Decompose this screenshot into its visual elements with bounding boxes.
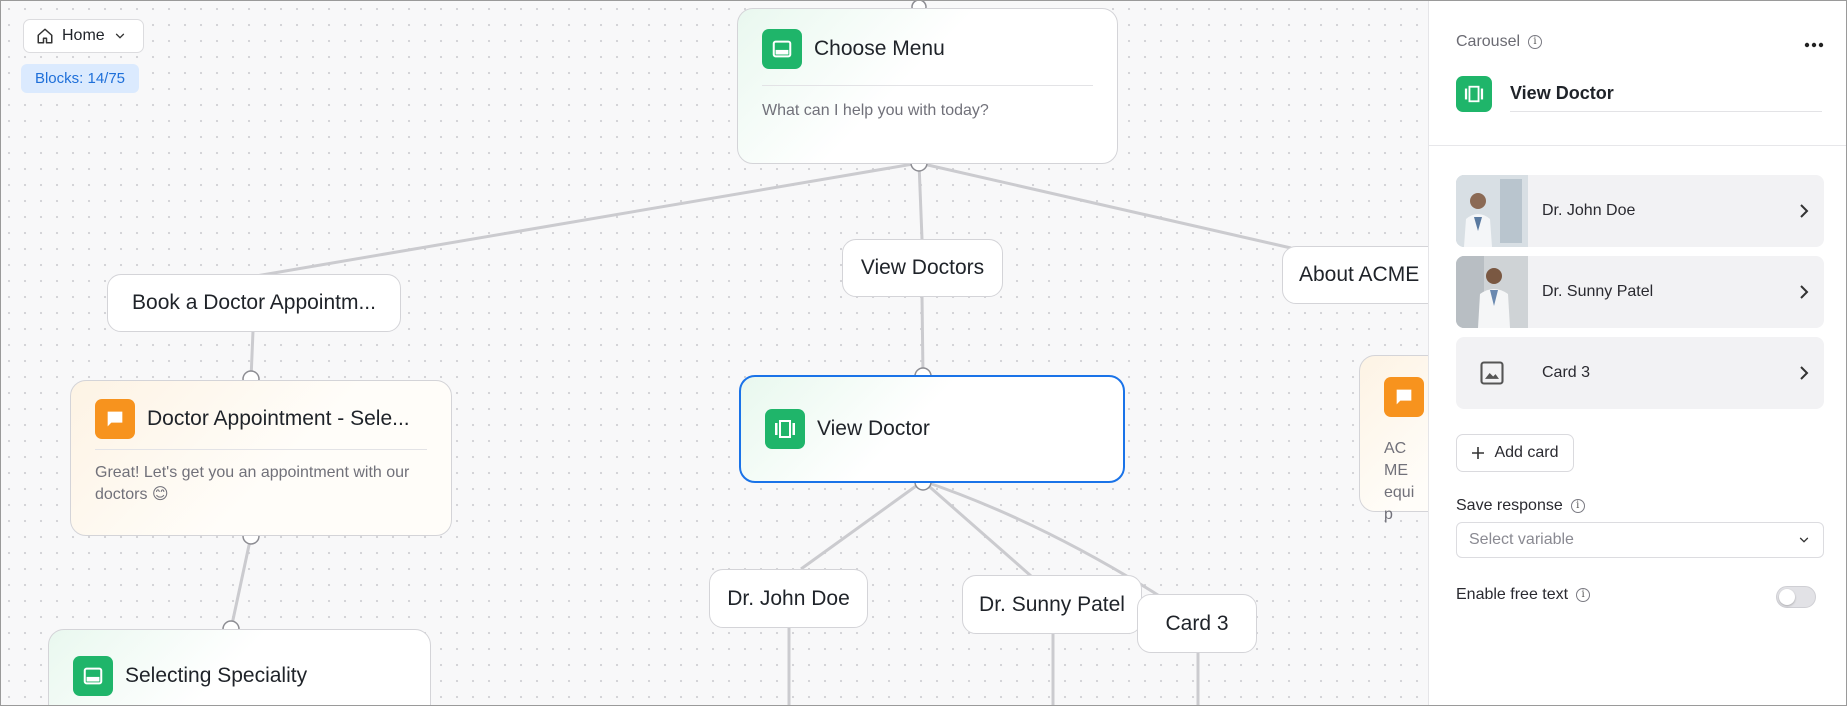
add-card-label: Add card xyxy=(1494,444,1559,461)
carousel-card-item[interactable]: Dr. John Doe xyxy=(1456,175,1824,247)
node-message: What can I help you with today? xyxy=(762,102,989,119)
menu-block-icon xyxy=(73,656,113,696)
menu-block-icon xyxy=(762,29,802,69)
blocks-count-badge: Blocks: 14/75 xyxy=(21,64,139,93)
chevron-right-icon xyxy=(1784,203,1824,219)
node-title: Selecting Speciality xyxy=(125,664,308,687)
plus-icon xyxy=(1472,447,1485,459)
card-label: Card 3 xyxy=(1542,364,1591,381)
carousel-block-icon xyxy=(1456,75,1492,112)
node-selecting-speciality[interactable]: Selecting Speciality xyxy=(48,629,431,705)
carousel-card-item[interactable]: Card 3 xyxy=(1456,337,1824,409)
save-response-label: Save response i xyxy=(1456,497,1585,515)
carousel-block-icon xyxy=(765,409,805,449)
free-text-label: Enable free text i xyxy=(1456,586,1591,604)
edge-viewdoctors-viewdoctor xyxy=(920,295,925,377)
info-icon[interactable]: i xyxy=(1528,35,1543,49)
variable-select[interactable]: Select variable xyxy=(1456,522,1824,558)
option-view-doctors[interactable]: View Doctors xyxy=(842,239,1003,297)
option-about-acme[interactable]: About ACME xyxy=(1282,246,1428,304)
chevron-right-icon xyxy=(1784,365,1824,381)
card-thumbnail-photo xyxy=(1456,256,1528,328)
edge-appointment-speciality xyxy=(229,535,253,630)
card-thumbnail-photo xyxy=(1456,175,1528,247)
info-icon[interactable]: i xyxy=(1576,588,1591,602)
card-label: Dr. Sunny Patel xyxy=(1542,283,1654,300)
block-name-input[interactable]: View Doctor xyxy=(1510,75,1822,112)
node-choose-menu[interactable]: Choose Menu What can I help you with tod… xyxy=(737,8,1118,164)
option-card-3[interactable]: Card 3 xyxy=(1137,594,1257,653)
home-label: Home xyxy=(62,27,105,44)
app-frame: Home Blocks: 14/75 Choose Menu What can … xyxy=(0,0,1847,706)
save-response-text: Save response xyxy=(1456,497,1563,514)
chevron-down-icon xyxy=(115,33,124,39)
edge-menu-book xyxy=(255,161,920,278)
select-placeholder: Select variable xyxy=(1469,531,1574,548)
carousel-card-item[interactable]: Dr. Sunny Patel xyxy=(1456,256,1824,328)
free-text-text: Enable free text xyxy=(1456,586,1569,603)
option-book-appointment[interactable]: Book a Doctor Appointm... xyxy=(107,274,401,332)
node-title: View Doctor xyxy=(817,417,930,440)
panel-divider xyxy=(1429,145,1846,146)
edge-viewdoctor-john xyxy=(800,479,924,571)
node-title: Doctor Appointment - Sele... xyxy=(147,407,410,430)
add-card-button[interactable]: Add card xyxy=(1456,434,1574,472)
node-view-doctor[interactable]: View Doctor xyxy=(739,375,1125,483)
flow-canvas[interactable]: Home Blocks: 14/75 Choose Menu What can … xyxy=(1,1,1428,705)
chevron-right-icon xyxy=(1784,284,1824,300)
chevron-down-icon xyxy=(1799,537,1809,543)
node-title: Choose Menu xyxy=(814,37,945,60)
home-icon xyxy=(37,28,53,44)
edge-menu-about xyxy=(918,161,1292,250)
card-label: Dr. John Doe xyxy=(1542,202,1636,219)
home-breadcrumb-button[interactable]: Home xyxy=(23,19,144,53)
node-message: Great! Let's get you an appointment with… xyxy=(95,464,410,503)
block-header: View Doctor xyxy=(1456,75,1822,112)
free-text-toggle[interactable] xyxy=(1776,586,1816,608)
block-type-text: Carousel xyxy=(1456,33,1521,50)
edge-menu-viewdoctors xyxy=(917,162,924,240)
node-about-acme[interactable]: ACME equip xyxy=(1359,355,1428,523)
more-options-button[interactable] xyxy=(1804,31,1824,54)
info-icon[interactable]: i xyxy=(1570,499,1585,513)
node-message: ACME equip xyxy=(1384,440,1415,523)
block-type-label: Carousel i xyxy=(1456,33,1543,51)
option-dr-john-doe[interactable]: Dr. John Doe xyxy=(709,569,868,628)
option-dr-sunny-patel[interactable]: Dr. Sunny Patel xyxy=(962,575,1142,634)
edge-viewdoctor-sunny xyxy=(922,479,1032,578)
node-doctor-appointment[interactable]: Doctor Appointment - Sele... Great! Let'… xyxy=(70,380,452,536)
message-block-icon xyxy=(95,399,135,439)
properties-panel: Carousel i View Doctor Dr. John Doe Dr. … xyxy=(1428,1,1846,705)
image-placeholder-icon xyxy=(1456,337,1528,409)
message-block-icon xyxy=(1384,377,1424,417)
more-horizontal-icon xyxy=(1804,42,1824,48)
